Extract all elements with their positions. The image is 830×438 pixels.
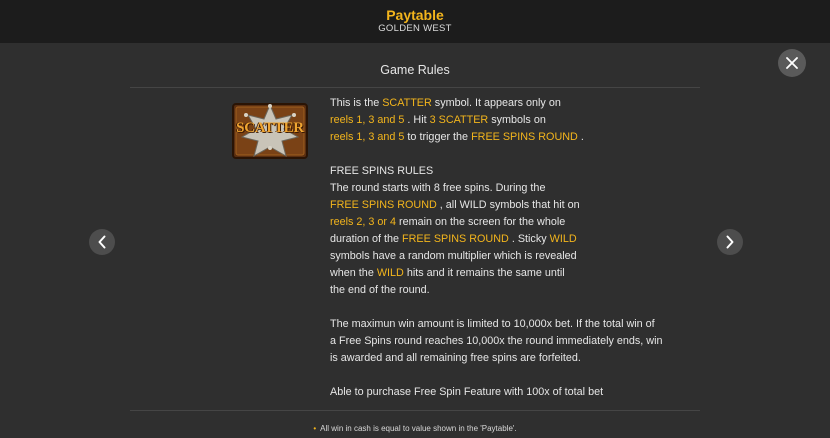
footnote-text: All win in cash is equal to value shown … (320, 424, 517, 433)
divider (130, 410, 700, 411)
free-spins-heading: FREE SPINS RULES (330, 165, 434, 177)
rules-line: reels 2, 3 or 4 remain on the screen for… (330, 216, 566, 228)
rules-line: when the WILD hits and it remains the sa… (330, 267, 565, 279)
rules-line: the end of the round. (330, 284, 430, 296)
header: Paytable GOLDEN WEST (0, 0, 830, 43)
rules-line: This is the SCATTER symbol. It appears o… (330, 97, 561, 109)
rules-line: duration of the FREE SPINS ROUND . Stick… (330, 233, 577, 245)
rules-line: a Free Spins round reaches 10,000x the r… (330, 335, 663, 347)
game-name: GOLDEN WEST (378, 23, 452, 34)
rules-line: reels 1, 3 and 5 to trigger the FREE SPI… (330, 131, 584, 143)
scatter-symbol-label: SCATTER (236, 120, 304, 136)
scatter-symbol-icon: SCATTER (232, 103, 308, 159)
rules-line: The round starts with 8 free spins. Duri… (330, 182, 546, 194)
bullet-icon: • (313, 424, 317, 433)
divider (130, 87, 700, 88)
footnote: • All win in cash is equal to value shown… (0, 424, 830, 433)
chevron-left-icon (98, 235, 106, 249)
chevron-right-icon (726, 235, 734, 249)
previous-page-button[interactable] (89, 229, 115, 255)
rules-line: symbols have a random multiplier which i… (330, 250, 577, 262)
section-title: Game Rules (380, 63, 450, 77)
rules-line: FREE SPINS ROUND , all WILD symbols that… (330, 199, 580, 211)
page-title: Paytable (386, 7, 444, 23)
purchase-feature-text: Able to purchase Free Spin Feature with … (330, 386, 604, 398)
rules-text: This is the SCATTER symbol. It appears o… (330, 95, 690, 401)
next-page-button[interactable] (717, 229, 743, 255)
rules-line: reels 1, 3 and 5 . Hit 3 SCATTER symbols… (330, 114, 546, 126)
rules-line: is awarded and all remaining free spins … (330, 352, 581, 364)
rules-line: The maximun win amount is limited to 10,… (330, 318, 655, 330)
